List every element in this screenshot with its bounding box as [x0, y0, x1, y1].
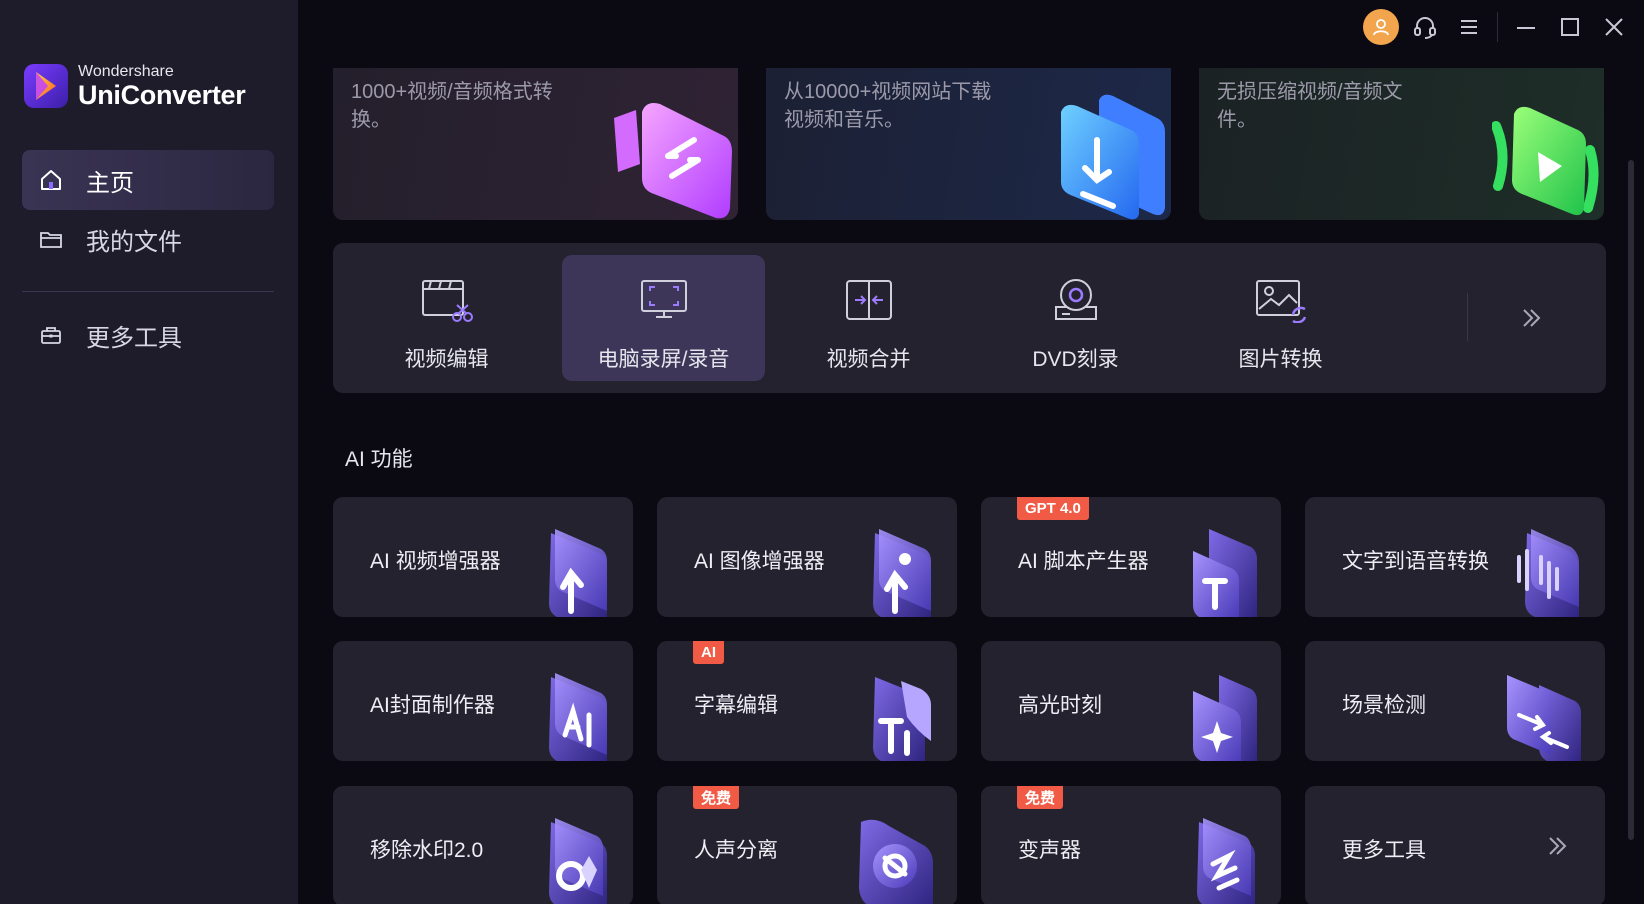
tool-label: 视频编辑: [404, 348, 489, 371]
text-to-speech-icon: [1517, 529, 1579, 617]
video-merge-icon: [845, 280, 892, 320]
tool-label: 视频合并: [826, 348, 911, 371]
avatar: [1363, 9, 1399, 45]
card-text-to-speech[interactable]: 文字到语音转换: [1305, 497, 1605, 617]
vocal-remover-icon: [859, 819, 933, 904]
maximize-button[interactable]: [1548, 8, 1592, 46]
card-label: AI 图像增强器: [694, 550, 825, 573]
card-label: AI 脚本产生器: [1018, 550, 1149, 573]
support-button[interactable]: [1403, 8, 1447, 46]
tools-bar: 视频编辑 电脑录屏/录音 视频合并 DVD刻录 图片转换: [333, 243, 1606, 393]
card-watermark-remover[interactable]: 移除水印2.0: [333, 786, 633, 904]
headset-icon: [1414, 17, 1436, 39]
tool-label: 电脑录屏/录音: [597, 348, 730, 371]
maximize-icon: [1561, 18, 1579, 36]
scrollbar[interactable]: [1628, 160, 1634, 840]
card-vocal-remover[interactable]: 免费 人声分离: [657, 786, 957, 904]
badge-free: 免费: [1017, 786, 1064, 809]
double-chevron-right-icon: [1523, 309, 1541, 327]
card-subtitle-editor[interactable]: AI 字幕编辑: [657, 641, 957, 761]
double-chevron-right-icon: [1549, 837, 1567, 855]
card-ai-script-generator[interactable]: GPT 4.0 AI 脚本产生器: [981, 497, 1281, 617]
card-label: 高光时刻: [1018, 694, 1102, 717]
banner-text: 1000+视频/音频格式转换。: [351, 81, 553, 131]
banner-text: 从10000+视频网站下载视频和音乐。: [784, 81, 992, 131]
watermark-remover-icon: [549, 818, 607, 904]
dvd-burn-icon: [1054, 279, 1097, 320]
card-label: 移除水印2.0: [370, 839, 484, 862]
image-convert-icon: [1255, 280, 1306, 323]
card-label: 人声分离: [694, 839, 778, 862]
card-label: 字幕编辑: [694, 694, 778, 717]
account-button[interactable]: [1359, 8, 1403, 46]
sidebar-item-my-files[interactable]: 我的文件: [22, 209, 274, 269]
video-edit-icon: [421, 280, 473, 322]
section-title-ai: AI 功能: [345, 448, 413, 471]
badge-ai: AI: [693, 641, 724, 664]
banner-downloader[interactable]: 从10000+视频网站下载视频和音乐。: [766, 68, 1171, 220]
tool-label: DVD刻录: [1032, 348, 1119, 371]
converter-illustration-icon: [614, 103, 732, 219]
card-ai-video-enhancer[interactable]: AI 视频增强器: [333, 497, 633, 617]
compress-illustration-icon: [1492, 106, 1599, 216]
sidebar-item-home[interactable]: 主页: [22, 150, 274, 210]
card-label: 变声器: [1018, 839, 1081, 862]
minimize-icon: [1517, 27, 1535, 29]
tool-screen-record[interactable]: 电脑录屏/录音: [562, 255, 765, 381]
card-more-tools[interactable]: 更多工具: [1305, 786, 1605, 904]
brand-main: UniConverter: [78, 79, 246, 110]
sidebar: Wondershare UniConverter 主页 我的文件 更多工具: [0, 0, 298, 904]
card-label: 场景检测: [1342, 694, 1426, 717]
banner-text: 无损压缩视频/音频文件。: [1217, 81, 1403, 131]
sidebar-item-label: 我的文件: [86, 228, 182, 256]
tools-divider: [1467, 293, 1468, 341]
subtitle-editor-icon: [873, 677, 931, 761]
card-label: AI 视频增强器: [370, 550, 501, 573]
app-logo: Wondershare UniConverter: [22, 62, 246, 110]
minimize-button[interactable]: [1504, 8, 1548, 46]
brand-sub: Wondershare: [78, 62, 174, 80]
banner-compressor[interactable]: 无损压缩视频/音频文件。: [1199, 68, 1604, 220]
sidebar-divider: [22, 291, 274, 292]
card-label: 更多工具: [1342, 839, 1426, 862]
folder-icon: [38, 226, 64, 252]
cover-maker-icon: [549, 673, 607, 761]
tool-label: 图片转换: [1238, 348, 1323, 371]
tool-video-merge[interactable]: 视频合并: [767, 255, 970, 381]
tools-more-button[interactable]: [1511, 298, 1551, 338]
window-controls: [1359, 8, 1644, 46]
tool-video-edit[interactable]: 视频编辑: [345, 255, 548, 381]
screen-record-icon: [640, 280, 687, 318]
tool-image-convert[interactable]: 图片转换: [1179, 255, 1382, 381]
titlebar-divider: [1497, 12, 1498, 42]
sidebar-item-more-tools[interactable]: 更多工具: [22, 305, 274, 365]
highlight-icon: [1193, 675, 1257, 761]
video-enhancer-icon: [549, 529, 607, 617]
download-illustration-icon: [1061, 94, 1165, 220]
card-scene-detection[interactable]: 场景检测: [1305, 641, 1605, 761]
card-voice-changer[interactable]: 免费 变声器: [981, 786, 1281, 904]
sidebar-item-label: 主页: [86, 169, 134, 197]
script-generator-icon: [1193, 529, 1257, 617]
voice-changer-icon: [1197, 818, 1255, 904]
card-ai-image-enhancer[interactable]: AI 图像增强器: [657, 497, 957, 617]
card-label: AI封面制作器: [370, 694, 495, 717]
badge-gpt: GPT 4.0: [1017, 497, 1089, 520]
home-icon: [38, 167, 64, 193]
banner-converter[interactable]: 1000+视频/音频格式转换。: [333, 68, 738, 220]
badge-free: 免费: [693, 786, 740, 809]
sidebar-item-label: 更多工具: [86, 324, 182, 352]
image-enhancer-icon: [873, 529, 931, 617]
card-highlight-moments[interactable]: 高光时刻: [981, 641, 1281, 761]
tool-dvd-burn[interactable]: DVD刻录: [974, 255, 1177, 381]
card-ai-cover-maker[interactable]: AI封面制作器: [333, 641, 633, 761]
hamburger-menu-icon: [1461, 20, 1477, 34]
close-icon: [1605, 18, 1623, 36]
toolbox-icon: [38, 322, 64, 348]
scene-detection-icon: [1507, 675, 1581, 761]
close-button[interactable]: [1592, 8, 1636, 46]
menu-button[interactable]: [1447, 8, 1491, 46]
card-label: 文字到语音转换: [1342, 550, 1489, 573]
uniconverter-logo-icon: [24, 64, 68, 108]
